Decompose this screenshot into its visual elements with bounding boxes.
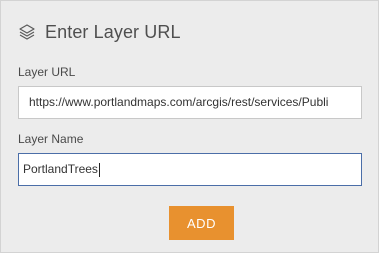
layer-url-input[interactable]: https://www.portlandmaps.com/arcgis/rest… [18, 86, 362, 119]
layers-icon [18, 23, 36, 41]
layer-url-value: https://www.portlandmaps.com/arcgis/rest… [29, 95, 329, 109]
add-layer-url-panel: Enter Layer URL Layer URL https://www.po… [0, 0, 379, 253]
layer-name-value: PortlandTrees [23, 162, 98, 176]
panel-title: Enter Layer URL [45, 21, 181, 42]
text-caret [98, 162, 100, 177]
add-button[interactable]: ADD [169, 206, 234, 240]
layer-name-label: Layer Name [18, 132, 84, 146]
panel-header: Enter Layer URL [18, 18, 181, 46]
layer-url-label: Layer URL [18, 65, 76, 79]
layer-name-input[interactable]: PortlandTrees [18, 153, 362, 186]
